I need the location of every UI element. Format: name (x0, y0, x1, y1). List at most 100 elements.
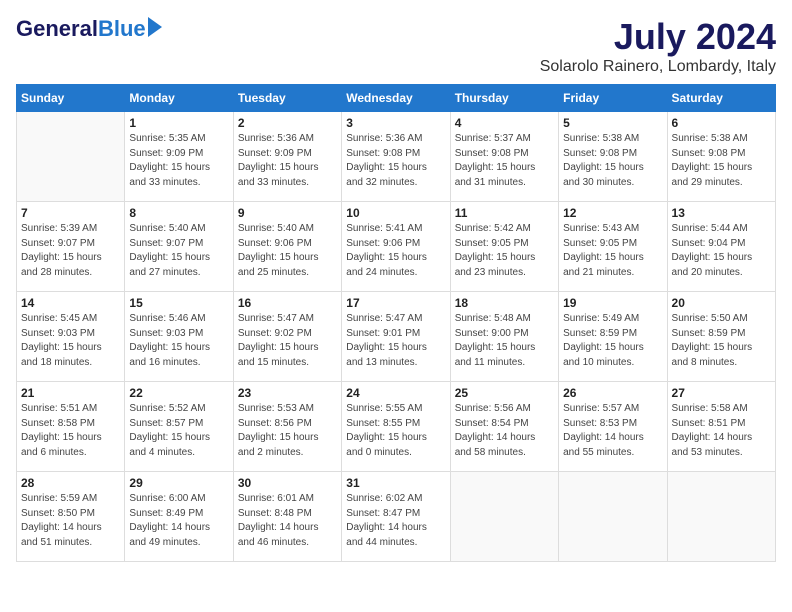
calendar-cell: 23 Sunrise: 5:53 AM Sunset: 8:56 PM Dayli… (233, 382, 341, 472)
day-info: Sunrise: 5:36 AM Sunset: 9:08 PM Dayligh… (346, 132, 445, 190)
calendar-cell: 18 Sunrise: 5:48 AM Sunset: 9:00 PM Dayli… (450, 292, 558, 382)
header-day-monday: Monday (125, 85, 233, 112)
day-number: 8 (129, 206, 228, 220)
calendar-cell (559, 472, 667, 562)
day-number: 2 (238, 116, 337, 130)
week-row-3: 14 Sunrise: 5:45 AM Sunset: 9:03 PM Dayli… (17, 292, 776, 382)
logo: GeneralBlue (16, 16, 162, 42)
day-info: Sunrise: 5:53 AM Sunset: 8:56 PM Dayligh… (238, 402, 337, 460)
calendar-cell: 30Sunrise: 6:01 AM Sunset: 8:48 PM Dayli… (233, 472, 341, 562)
calendar-cell: 14 Sunrise: 5:45 AM Sunset: 9:03 PM Dayli… (17, 292, 125, 382)
week-row-4: 21 Sunrise: 5:51 AM Sunset: 8:58 PM Dayli… (17, 382, 776, 472)
header-day-sunday: Sunday (17, 85, 125, 112)
calendar-cell: 27Sunrise: 5:58 AM Sunset: 8:51 PM Dayli… (667, 382, 775, 472)
day-number: 6 (672, 116, 771, 130)
calendar-cell: 12Sunrise: 5:43 AM Sunset: 9:05 PM Dayli… (559, 202, 667, 292)
day-number: 21 (21, 386, 120, 400)
day-info: Sunrise: 5:51 AM Sunset: 8:58 PM Dayligh… (21, 402, 120, 460)
page-header: GeneralBlue July 2024 Solarolo Rainero, … (16, 16, 776, 76)
day-number: 9 (238, 206, 337, 220)
page-title: July 2024 (540, 16, 776, 58)
calendar-cell: 15Sunrise: 5:46 AM Sunset: 9:03 PM Dayli… (125, 292, 233, 382)
day-info: Sunrise: 5:38 AM Sunset: 9:08 PM Dayligh… (672, 132, 771, 190)
day-info: Sunrise: 5:52 AM Sunset: 8:57 PM Dayligh… (129, 402, 228, 460)
header-day-wednesday: Wednesday (342, 85, 450, 112)
logo-text: GeneralBlue (16, 16, 162, 42)
day-number: 5 (563, 116, 662, 130)
day-info: Sunrise: 5:36 AM Sunset: 9:09 PM Dayligh… (238, 132, 337, 190)
calendar-cell: 26Sunrise: 5:57 AM Sunset: 8:53 PM Dayli… (559, 382, 667, 472)
calendar-cell: 11 Sunrise: 5:42 AM Sunset: 9:05 PM Dayli… (450, 202, 558, 292)
header-row: SundayMondayTuesdayWednesdayThursdayFrid… (17, 85, 776, 112)
calendar-cell: 6 Sunrise: 5:38 AM Sunset: 9:08 PM Daylig… (667, 112, 775, 202)
logo-arrow-icon (148, 17, 162, 37)
calendar-cell: 4 Sunrise: 5:37 AM Sunset: 9:08 PM Daylig… (450, 112, 558, 202)
day-number: 4 (455, 116, 554, 130)
day-number: 20 (672, 296, 771, 310)
day-number: 24 (346, 386, 445, 400)
calendar-cell: 29Sunrise: 6:00 AM Sunset: 8:49 PM Dayli… (125, 472, 233, 562)
calendar-cell: 3 Sunrise: 5:36 AM Sunset: 9:08 PM Daylig… (342, 112, 450, 202)
day-number: 29 (129, 476, 228, 490)
calendar-cell: 25Sunrise: 5:56 AM Sunset: 8:54 PM Dayli… (450, 382, 558, 472)
day-info: Sunrise: 5:39 AM Sunset: 9:07 PM Dayligh… (21, 222, 120, 280)
day-number: 23 (238, 386, 337, 400)
day-info: Sunrise: 5:37 AM Sunset: 9:08 PM Dayligh… (455, 132, 554, 190)
day-info: Sunrise: 5:41 AM Sunset: 9:06 PM Dayligh… (346, 222, 445, 280)
day-number: 28 (21, 476, 120, 490)
calendar-cell: 22 Sunrise: 5:52 AM Sunset: 8:57 PM Dayli… (125, 382, 233, 472)
day-info: Sunrise: 5:56 AM Sunset: 8:54 PM Dayligh… (455, 402, 554, 460)
day-info: Sunrise: 5:59 AM Sunset: 8:50 PM Dayligh… (21, 492, 120, 550)
day-info: Sunrise: 5:49 AM Sunset: 8:59 PM Dayligh… (563, 312, 662, 370)
calendar-cell: 21 Sunrise: 5:51 AM Sunset: 8:58 PM Dayli… (17, 382, 125, 472)
calendar-cell: 13Sunrise: 5:44 AM Sunset: 9:04 PM Dayli… (667, 202, 775, 292)
day-info: Sunrise: 5:38 AM Sunset: 9:08 PM Dayligh… (563, 132, 662, 190)
day-number: 18 (455, 296, 554, 310)
logo-general: General (16, 16, 98, 42)
day-info: Sunrise: 5:50 AM Sunset: 8:59 PM Dayligh… (672, 312, 771, 370)
day-info: Sunrise: 5:43 AM Sunset: 9:05 PM Dayligh… (563, 222, 662, 280)
day-number: 1 (129, 116, 228, 130)
calendar-cell: 8 Sunrise: 5:40 AM Sunset: 9:07 PM Daylig… (125, 202, 233, 292)
day-info: Sunrise: 5:46 AM Sunset: 9:03 PM Dayligh… (129, 312, 228, 370)
title-block: July 2024 Solarolo Rainero, Lombardy, It… (540, 16, 776, 76)
day-info: Sunrise: 5:47 AM Sunset: 9:02 PM Dayligh… (238, 312, 337, 370)
day-number: 17 (346, 296, 445, 310)
day-info: Sunrise: 5:45 AM Sunset: 9:03 PM Dayligh… (21, 312, 120, 370)
day-number: 10 (346, 206, 445, 220)
day-info: Sunrise: 5:47 AM Sunset: 9:01 PM Dayligh… (346, 312, 445, 370)
page-subtitle: Solarolo Rainero, Lombardy, Italy (540, 58, 776, 76)
day-number: 16 (238, 296, 337, 310)
day-number: 11 (455, 206, 554, 220)
day-number: 13 (672, 206, 771, 220)
calendar-cell: 16 Sunrise: 5:47 AM Sunset: 9:02 PM Dayli… (233, 292, 341, 382)
day-number: 26 (563, 386, 662, 400)
calendar-cell: 19Sunrise: 5:49 AM Sunset: 8:59 PM Dayli… (559, 292, 667, 382)
day-number: 3 (346, 116, 445, 130)
calendar-cell: 1Sunrise: 5:35 AM Sunset: 9:09 PM Daylig… (125, 112, 233, 202)
day-number: 22 (129, 386, 228, 400)
day-info: Sunrise: 5:42 AM Sunset: 9:05 PM Dayligh… (455, 222, 554, 280)
calendar-body: 1Sunrise: 5:35 AM Sunset: 9:09 PM Daylig… (17, 112, 776, 562)
day-number: 14 (21, 296, 120, 310)
calendar-cell: 2 Sunrise: 5:36 AM Sunset: 9:09 PM Daylig… (233, 112, 341, 202)
day-number: 31 (346, 476, 445, 490)
day-info: Sunrise: 5:48 AM Sunset: 9:00 PM Dayligh… (455, 312, 554, 370)
day-number: 27 (672, 386, 771, 400)
calendar-cell: 9 Sunrise: 5:40 AM Sunset: 9:06 PM Daylig… (233, 202, 341, 292)
header-day-tuesday: Tuesday (233, 85, 341, 112)
calendar-cell (450, 472, 558, 562)
day-info: Sunrise: 5:40 AM Sunset: 9:06 PM Dayligh… (238, 222, 337, 280)
calendar-cell: 20 Sunrise: 5:50 AM Sunset: 8:59 PM Dayli… (667, 292, 775, 382)
calendar-cell: 31 Sunrise: 6:02 AM Sunset: 8:47 PM Dayli… (342, 472, 450, 562)
calendar-cell: 24 Sunrise: 5:55 AM Sunset: 8:55 PM Dayli… (342, 382, 450, 472)
calendar-table: SundayMondayTuesdayWednesdayThursdayFrid… (16, 84, 776, 562)
logo-blue: Blue (98, 16, 146, 42)
calendar-cell: 7Sunrise: 5:39 AM Sunset: 9:07 PM Daylig… (17, 202, 125, 292)
day-info: Sunrise: 6:02 AM Sunset: 8:47 PM Dayligh… (346, 492, 445, 550)
calendar-cell: 28 Sunrise: 5:59 AM Sunset: 8:50 PM Dayli… (17, 472, 125, 562)
day-info: Sunrise: 5:40 AM Sunset: 9:07 PM Dayligh… (129, 222, 228, 280)
day-info: Sunrise: 6:01 AM Sunset: 8:48 PM Dayligh… (238, 492, 337, 550)
calendar-cell (667, 472, 775, 562)
day-info: Sunrise: 5:55 AM Sunset: 8:55 PM Dayligh… (346, 402, 445, 460)
